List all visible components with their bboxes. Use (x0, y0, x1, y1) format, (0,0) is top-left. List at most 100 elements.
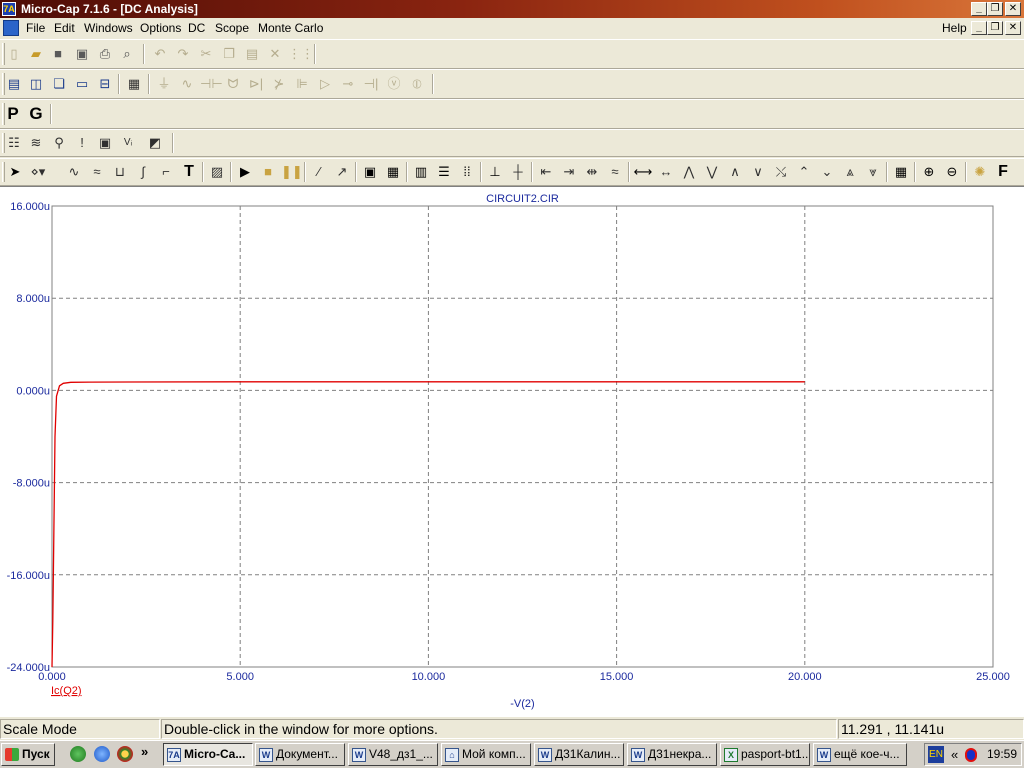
capacitor-icon[interactable]: ⊣⊢ (200, 74, 223, 94)
task-button-v48[interactable]: W V48_дз1_... (348, 743, 438, 766)
select-arrow-icon[interactable]: ➤ (5, 162, 25, 182)
plot-window-icon[interactable]: ◩ (145, 133, 165, 153)
print-icon[interactable]: ⎙ (95, 44, 115, 64)
task-button-d31-nekra[interactable]: W Д31некра... (627, 743, 717, 766)
doc-minimize-button[interactable]: _ (971, 21, 987, 35)
maximize-button[interactable]: ❐ (987, 2, 1003, 16)
plot-properties-icon[interactable]: ▣ (95, 133, 115, 153)
waveform-view-icon[interactable]: ≈ (87, 162, 107, 182)
curve-icon[interactable]: ∫ (133, 162, 153, 182)
run-icon[interactable]: ▶ (235, 162, 255, 182)
dc-analysis-chart[interactable]: 0.000 5.000 10.000 15.000 20.000 25.00016.000… (0, 187, 1024, 715)
scale-mode-icon[interactable]: ∿ (64, 162, 84, 182)
valley-icon[interactable]: ⋁ (702, 162, 722, 182)
quicklaunch-more-icon[interactable]: » (141, 744, 148, 759)
menu-dc[interactable]: DC (188, 21, 205, 35)
next-data-icon[interactable]: ↔ (656, 162, 676, 182)
waveform-icon[interactable]: ≋ (26, 133, 46, 153)
menu-help[interactable]: Help (942, 21, 967, 35)
info-icon[interactable]: ! (72, 133, 92, 153)
plot-area[interactable]: 0.000 5.000 10.000 15.000 20.000 25.000 16.000… (0, 186, 1024, 716)
select-dropdown-icon[interactable]: ⋄▾ (28, 162, 48, 182)
undo-icon[interactable]: ↶ (150, 44, 170, 64)
replicate-icon[interactable]: ⋮⋮ (288, 44, 314, 64)
tile-horizontal-icon[interactable]: ▤ (4, 74, 24, 94)
quicklaunch-chrome-icon[interactable] (117, 746, 133, 762)
bottom-icon[interactable]: ⩔ (863, 162, 883, 182)
cut-icon[interactable]: ✂ (196, 44, 216, 64)
save-icon[interactable]: ■ (48, 44, 68, 64)
pause-icon[interactable]: ❚❚ (281, 162, 303, 182)
calculator-icon[interactable]: ▦ (124, 74, 144, 94)
task-button-d31-kalin[interactable]: W Д31Калин... (534, 743, 624, 766)
baseline-icon[interactable]: ⊥ (485, 162, 505, 182)
task-button-micro-cap[interactable]: 7A Micro-Ca... (163, 743, 253, 766)
menu-windows[interactable]: Windows (84, 21, 133, 35)
start-button[interactable]: Пуск (1, 743, 55, 766)
menu-monte-carlo[interactable]: Monte Carlo (258, 21, 323, 35)
doc-close-button[interactable]: ✕ (1005, 21, 1021, 35)
global-high-icon[interactable]: ⌃ (794, 162, 814, 182)
task-button-my-computer[interactable]: ⌂ Мой комп... (441, 743, 531, 766)
probe-p-button[interactable]: P (3, 104, 23, 124)
tray-expand-icon[interactable]: « (951, 744, 958, 765)
cursor-left-icon[interactable]: ⇤ (536, 162, 556, 182)
save-all-icon[interactable]: ▣ (72, 44, 92, 64)
menu-file[interactable]: File (26, 21, 45, 35)
minor-grid-icon[interactable]: ▥ (411, 162, 431, 182)
inflection-icon[interactable]: ⤯ (771, 162, 791, 182)
clock[interactable]: 19:59 (987, 744, 1017, 765)
low-icon[interactable]: ∨ (748, 162, 768, 182)
data-table-icon[interactable]: ▦ (891, 162, 911, 182)
peak-icon[interactable]: ⋀ (679, 162, 699, 182)
step-icon[interactable]: ⌐ (156, 162, 176, 182)
task-button-pasport[interactable]: X pasport-bt1... (720, 743, 810, 766)
horizontal-grid-icon[interactable]: ☰ (434, 162, 454, 182)
cascade-icon[interactable]: ❏ (49, 74, 69, 94)
task-button-document[interactable]: W Документ... (255, 743, 345, 766)
hold-icon[interactable]: ⊔ (110, 162, 130, 182)
open-folder-icon[interactable]: ▰ (26, 44, 46, 64)
menu-scope[interactable]: Scope (215, 21, 249, 35)
paste-icon[interactable]: ▤ (242, 44, 262, 64)
app-icon[interactable]: 7A (2, 2, 16, 16)
title-bar[interactable]: 7A Micro-Cap 7.1.6 - [DC Analysis] _ ❐ ✕ (0, 0, 1024, 18)
minimize-button[interactable]: _ (971, 2, 987, 16)
opamp-icon[interactable]: ▷ (315, 74, 335, 94)
dot-grid-icon[interactable]: ⁞⁞ (457, 162, 477, 182)
properties-icon[interactable]: ▨ (207, 162, 227, 182)
close-button[interactable]: ✕ (1005, 2, 1021, 16)
window-split-icon[interactable]: ⊟ (95, 74, 115, 94)
voltage-source-icon[interactable]: ⓥ (384, 74, 404, 94)
arrow-line-icon[interactable]: ↗ (332, 162, 352, 182)
task-button-eshe[interactable]: W ещё кое-ч... (813, 743, 907, 766)
doc-restore-button[interactable]: ❐ (987, 21, 1003, 35)
zoom-in-icon[interactable]: ⊕ (919, 162, 939, 182)
language-indicator[interactable]: EN (928, 746, 944, 763)
font-tool-button[interactable]: F (993, 162, 1013, 182)
ground-icon[interactable]: ⏚ (154, 74, 174, 94)
cursor-both-icon[interactable]: ⇹ (582, 162, 602, 182)
probe-tool-icon[interactable]: ⚲ (49, 133, 69, 153)
cursor-right-icon[interactable]: ⇥ (559, 162, 579, 182)
crosshair-icon[interactable]: ┼ (508, 162, 528, 182)
grid-icon[interactable]: ▦ (383, 162, 403, 182)
quicklaunch-browser-icon[interactable] (70, 746, 86, 762)
print-preview-icon[interactable]: ⌕ (117, 44, 137, 64)
switch-icon[interactable]: ⊸ (338, 74, 358, 94)
next-point-icon[interactable]: ⟷ (633, 162, 653, 182)
battery-icon[interactable]: ⊣| (361, 74, 381, 94)
zoom-out-icon[interactable]: ⊖ (942, 162, 962, 182)
new-file-icon[interactable]: ▯ (4, 44, 24, 64)
delete-icon[interactable]: ✕ (265, 44, 285, 64)
mosfet-icon[interactable]: ⊫ (292, 74, 312, 94)
numeric-output-icon[interactable]: ☷ (4, 133, 24, 153)
menu-edit[interactable]: Edit (54, 21, 75, 35)
npn-transistor-icon[interactable]: ⊁ (269, 74, 289, 94)
document-icon[interactable] (3, 20, 19, 36)
global-low-icon[interactable]: ⌄ (817, 162, 837, 182)
resistor-icon[interactable]: ∿ (177, 74, 197, 94)
color-palette-icon[interactable]: ✺ (970, 162, 990, 182)
window-icon[interactable]: ▭ (72, 74, 92, 94)
text-tool-button[interactable]: T (179, 162, 199, 182)
